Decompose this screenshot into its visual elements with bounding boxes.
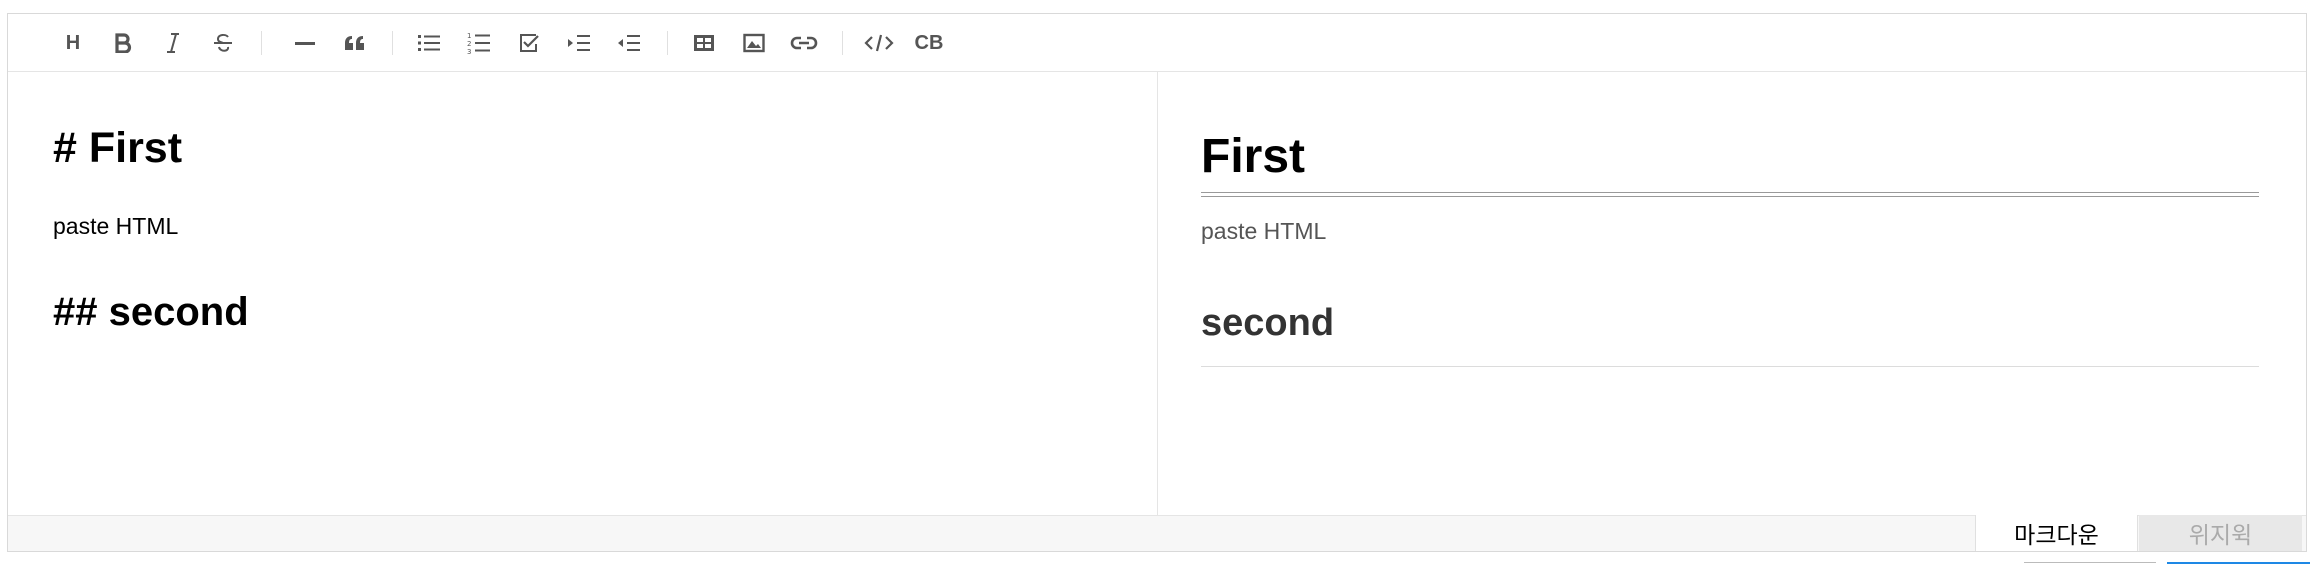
codeblock-icon: CB (914, 32, 944, 54)
horizontal-rule-icon (295, 42, 315, 45)
indent-icon (568, 35, 590, 51)
heading-icon: H (65, 32, 81, 54)
numbered-list-icon: 1 2 3 (467, 32, 490, 55)
markdown-pane[interactable]: # First paste HTML ## second (8, 72, 1158, 515)
bold-button[interactable] (108, 28, 138, 58)
heading-underline (1201, 192, 2259, 197)
code-button[interactable] (864, 28, 894, 58)
strikethrough-icon (214, 33, 232, 52)
preview-heading-1: First (1201, 130, 1306, 183)
outdent-button[interactable] (614, 28, 644, 58)
task-list-icon (520, 34, 539, 52)
strikethrough-button[interactable] (208, 28, 238, 58)
link-button[interactable] (789, 28, 819, 58)
code-icon (864, 34, 894, 52)
quote-icon (345, 36, 364, 50)
markdown-mode-tab[interactable]: 마크다운 (1975, 515, 2138, 551)
codeblock-button[interactable]: CB (914, 28, 944, 58)
outdent-icon (618, 35, 640, 51)
bullet-list-icon (418, 35, 440, 51)
image-button[interactable] (739, 28, 769, 58)
preview-heading-2: second (1201, 302, 1335, 344)
markdown-line[interactable]: paste HTML (53, 213, 178, 240)
editor-toolbar: H 1 2 3 CB (8, 14, 2306, 72)
toolbar-divider (392, 31, 393, 55)
svg-text:3: 3 (467, 48, 471, 55)
toolbar-divider (667, 31, 668, 55)
task-list-button[interactable] (514, 28, 544, 58)
preview-paragraph: paste HTML (1201, 218, 1327, 244)
link-icon (790, 36, 818, 50)
quote-button[interactable] (340, 28, 370, 58)
svg-text:2: 2 (467, 40, 471, 48)
italic-icon (167, 33, 179, 53)
numbered-list-button[interactable]: 1 2 3 (464, 28, 494, 58)
markdown-line[interactable]: ## second (53, 290, 249, 335)
wysiwyg-mode-tab[interactable]: 위지윅 (2139, 515, 2302, 551)
toolbar-divider (261, 31, 262, 55)
svg-text:1: 1 (467, 32, 471, 40)
bullet-list-button[interactable] (414, 28, 444, 58)
markdown-editor: H 1 2 3 CB # First paste HTML ## second … (7, 13, 2307, 552)
italic-button[interactable] (158, 28, 188, 58)
horizontal-rule-button[interactable] (290, 28, 320, 58)
markdown-line[interactable]: # First (53, 124, 182, 173)
image-icon (743, 33, 765, 53)
bold-icon (115, 33, 132, 53)
indent-button[interactable] (564, 28, 594, 58)
preview-pane: First paste HTML second (1158, 72, 2306, 515)
mode-switch-bar: 마크다운 위지윅 (8, 515, 2306, 551)
heading-underline (1201, 366, 2259, 367)
table-button[interactable] (689, 28, 719, 58)
heading-button[interactable]: H (58, 28, 88, 58)
toolbar-divider (842, 31, 843, 55)
table-icon (694, 35, 714, 51)
